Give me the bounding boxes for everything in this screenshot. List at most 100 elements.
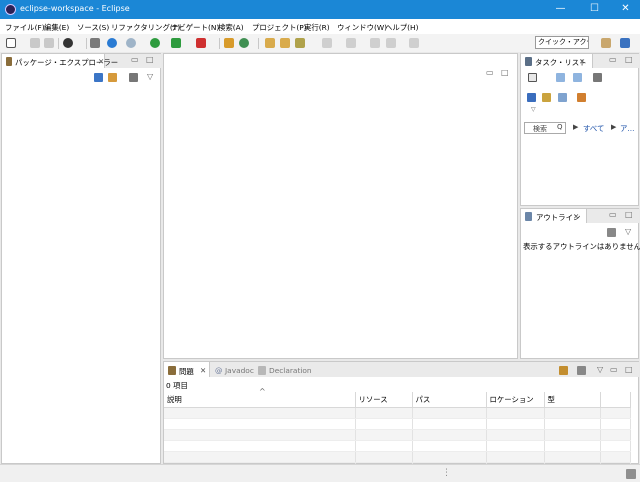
filters-icon[interactable] — [559, 366, 568, 375]
minimize-button[interactable]: — — [544, 0, 577, 19]
maximize-view-icon[interactable]: □ — [625, 210, 633, 219]
declaration-icon — [258, 366, 266, 375]
maximize-view-icon[interactable]: □ — [146, 55, 154, 64]
search-icon[interactable] — [295, 38, 305, 48]
item-count: 0 項目 — [166, 381, 188, 390]
column-header-resource[interactable]: リソース — [355, 392, 413, 408]
toolbar-separator — [86, 38, 87, 49]
search-icon: Q — [557, 123, 563, 131]
menu-navigate[interactable]: ナビゲート(N) — [171, 22, 219, 33]
activate-link[interactable]: ア... — [620, 123, 634, 134]
package-explorer-panel: パッケージ・エクスプローラー ✕ ▭ □ ▽ — [1, 53, 161, 464]
forward-icon[interactable] — [409, 38, 419, 48]
menu-bar: ファイル(F) 編集(E) ソース(S) リファクタリング(T) ナビゲート(N… — [0, 19, 640, 34]
menu-help[interactable]: ヘルプ(H) — [385, 22, 419, 33]
focus-workweek-icon[interactable] — [593, 73, 602, 82]
collapse-tasks-icon[interactable] — [558, 93, 567, 102]
menu-window[interactable]: ウィンドウ(W) — [337, 22, 387, 33]
minimize-view-icon[interactable]: ▭ — [131, 55, 139, 64]
table-row — [164, 429, 631, 441]
last-edit-icon[interactable] — [370, 38, 380, 48]
close-tab-icon[interactable]: ✕ — [200, 366, 206, 375]
status-grip: ⋮ — [442, 468, 451, 478]
collapse-all-icon[interactable] — [94, 73, 103, 82]
debug-dropdown-icon[interactable] — [126, 38, 136, 48]
back-icon[interactable] — [386, 38, 396, 48]
tab-declaration[interactable]: Declaration — [269, 366, 312, 375]
synchronize-icon[interactable] — [527, 93, 536, 102]
open-perspective-icon[interactable] — [63, 38, 73, 48]
column-header-location[interactable]: ロケーション — [486, 392, 545, 408]
maximize-button[interactable]: ☐ — [578, 0, 611, 19]
tab-javadoc[interactable]: Javadoc — [225, 366, 254, 375]
java-perspective-icon[interactable] — [620, 38, 630, 48]
open-type-icon[interactable] — [265, 38, 275, 48]
minimize-view-icon[interactable]: ▭ — [609, 55, 617, 64]
minimize-view-icon[interactable]: ▭ — [610, 365, 618, 374]
minimize-editor-icon[interactable]: ▭ — [486, 68, 494, 77]
find-input[interactable]: 検索 Q — [524, 122, 566, 134]
menu-source[interactable]: ソース(S) — [77, 22, 109, 33]
menu-run[interactable]: 実行(R) — [304, 22, 330, 33]
outline-panel: アウトライン ✕ ▭ □ ▽ 表示するアウトラインはありません。 — [520, 208, 640, 359]
close-button[interactable]: ✕ — [609, 0, 640, 19]
table-row — [164, 451, 631, 463]
task-list-icon — [525, 57, 532, 66]
skip-breakpoints-icon[interactable] — [90, 38, 100, 48]
coverage-icon[interactable] — [171, 38, 181, 48]
menu-search[interactable]: 検索(A) — [218, 22, 244, 33]
eclipse-logo-icon — [5, 4, 16, 15]
task-repositories-icon[interactable] — [577, 93, 586, 102]
run-icon[interactable] — [150, 38, 160, 48]
open-perspective-button-icon[interactable] — [601, 38, 611, 48]
menu-file[interactable]: ファイル(F) — [5, 22, 45, 33]
menu-edit[interactable]: 編集(E) — [44, 22, 69, 33]
debug-icon[interactable] — [107, 38, 117, 48]
new-task-icon[interactable] — [528, 73, 537, 82]
problems-table: 説明 リソース パス ロケーション 型 — [164, 392, 631, 474]
menu-project[interactable]: プロジェクト(P) — [252, 22, 307, 33]
show-completed-icon[interactable] — [542, 93, 551, 102]
all-link[interactable]: すべて — [583, 123, 604, 134]
column-header-path[interactable]: パス — [412, 392, 487, 408]
outline-empty-message: 表示するアウトラインはありません。 — [523, 242, 640, 251]
minimize-view-icon[interactable]: ▭ — [609, 210, 617, 219]
maximize-editor-icon[interactable]: □ — [501, 68, 509, 77]
maximize-view-icon[interactable]: □ — [625, 55, 633, 64]
external-tools-icon[interactable] — [196, 38, 206, 48]
progress-icon[interactable] — [626, 469, 636, 479]
focus-on-task-icon[interactable] — [577, 366, 586, 375]
save-all-icon[interactable] — [44, 38, 54, 48]
table-header-row: 説明 リソース パス ロケーション 型 — [164, 392, 631, 408]
maximize-view-icon[interactable]: □ — [625, 365, 633, 374]
toolbar-separator — [258, 38, 259, 49]
previous-annotation-icon[interactable] — [346, 38, 356, 48]
column-header-description[interactable]: 説明 — [164, 392, 356, 408]
column-header-type[interactable]: 型 — [544, 392, 601, 408]
view-menu-icon[interactable]: ▽ — [147, 72, 153, 81]
quick-access-field[interactable]: クイック・アクセス — [535, 36, 589, 49]
close-tab-icon[interactable]: ✕ — [579, 57, 585, 66]
close-tab-icon[interactable]: ✕ — [573, 212, 579, 221]
next-annotation-icon[interactable] — [322, 38, 332, 48]
categorized-icon[interactable] — [556, 73, 565, 82]
caret-right-icon: ▶ — [611, 123, 617, 131]
focus-on-task-icon[interactable] — [129, 73, 138, 82]
task-list-panel: タスク・リスト ✕ ▭ □ ▽ 検索 Q ▶ すべて ▶ ア... — [520, 53, 639, 206]
link-with-editor-icon[interactable] — [108, 73, 117, 82]
close-tab-icon[interactable]: ✕ — [98, 57, 104, 66]
save-icon[interactable] — [30, 38, 40, 48]
view-menu-icon[interactable]: ▽ — [597, 365, 603, 374]
view-menu-icon[interactable]: ▽ — [625, 227, 631, 236]
new-java-project-icon[interactable] — [224, 38, 234, 48]
editor-area: ▭ □ — [163, 53, 518, 359]
focus-on-task-icon[interactable] — [607, 228, 616, 237]
scheduled-icon[interactable] — [573, 73, 582, 82]
menu-refactor[interactable]: リファクタリング(T) — [111, 22, 180, 33]
new-class-icon[interactable] — [239, 38, 249, 48]
new-icon[interactable] — [6, 38, 16, 48]
chevron-down-icon[interactable]: ▽ — [531, 106, 536, 113]
open-task-icon[interactable] — [280, 38, 290, 48]
problems-icon — [168, 366, 176, 375]
problems-tab-label: 問題 — [179, 367, 194, 376]
